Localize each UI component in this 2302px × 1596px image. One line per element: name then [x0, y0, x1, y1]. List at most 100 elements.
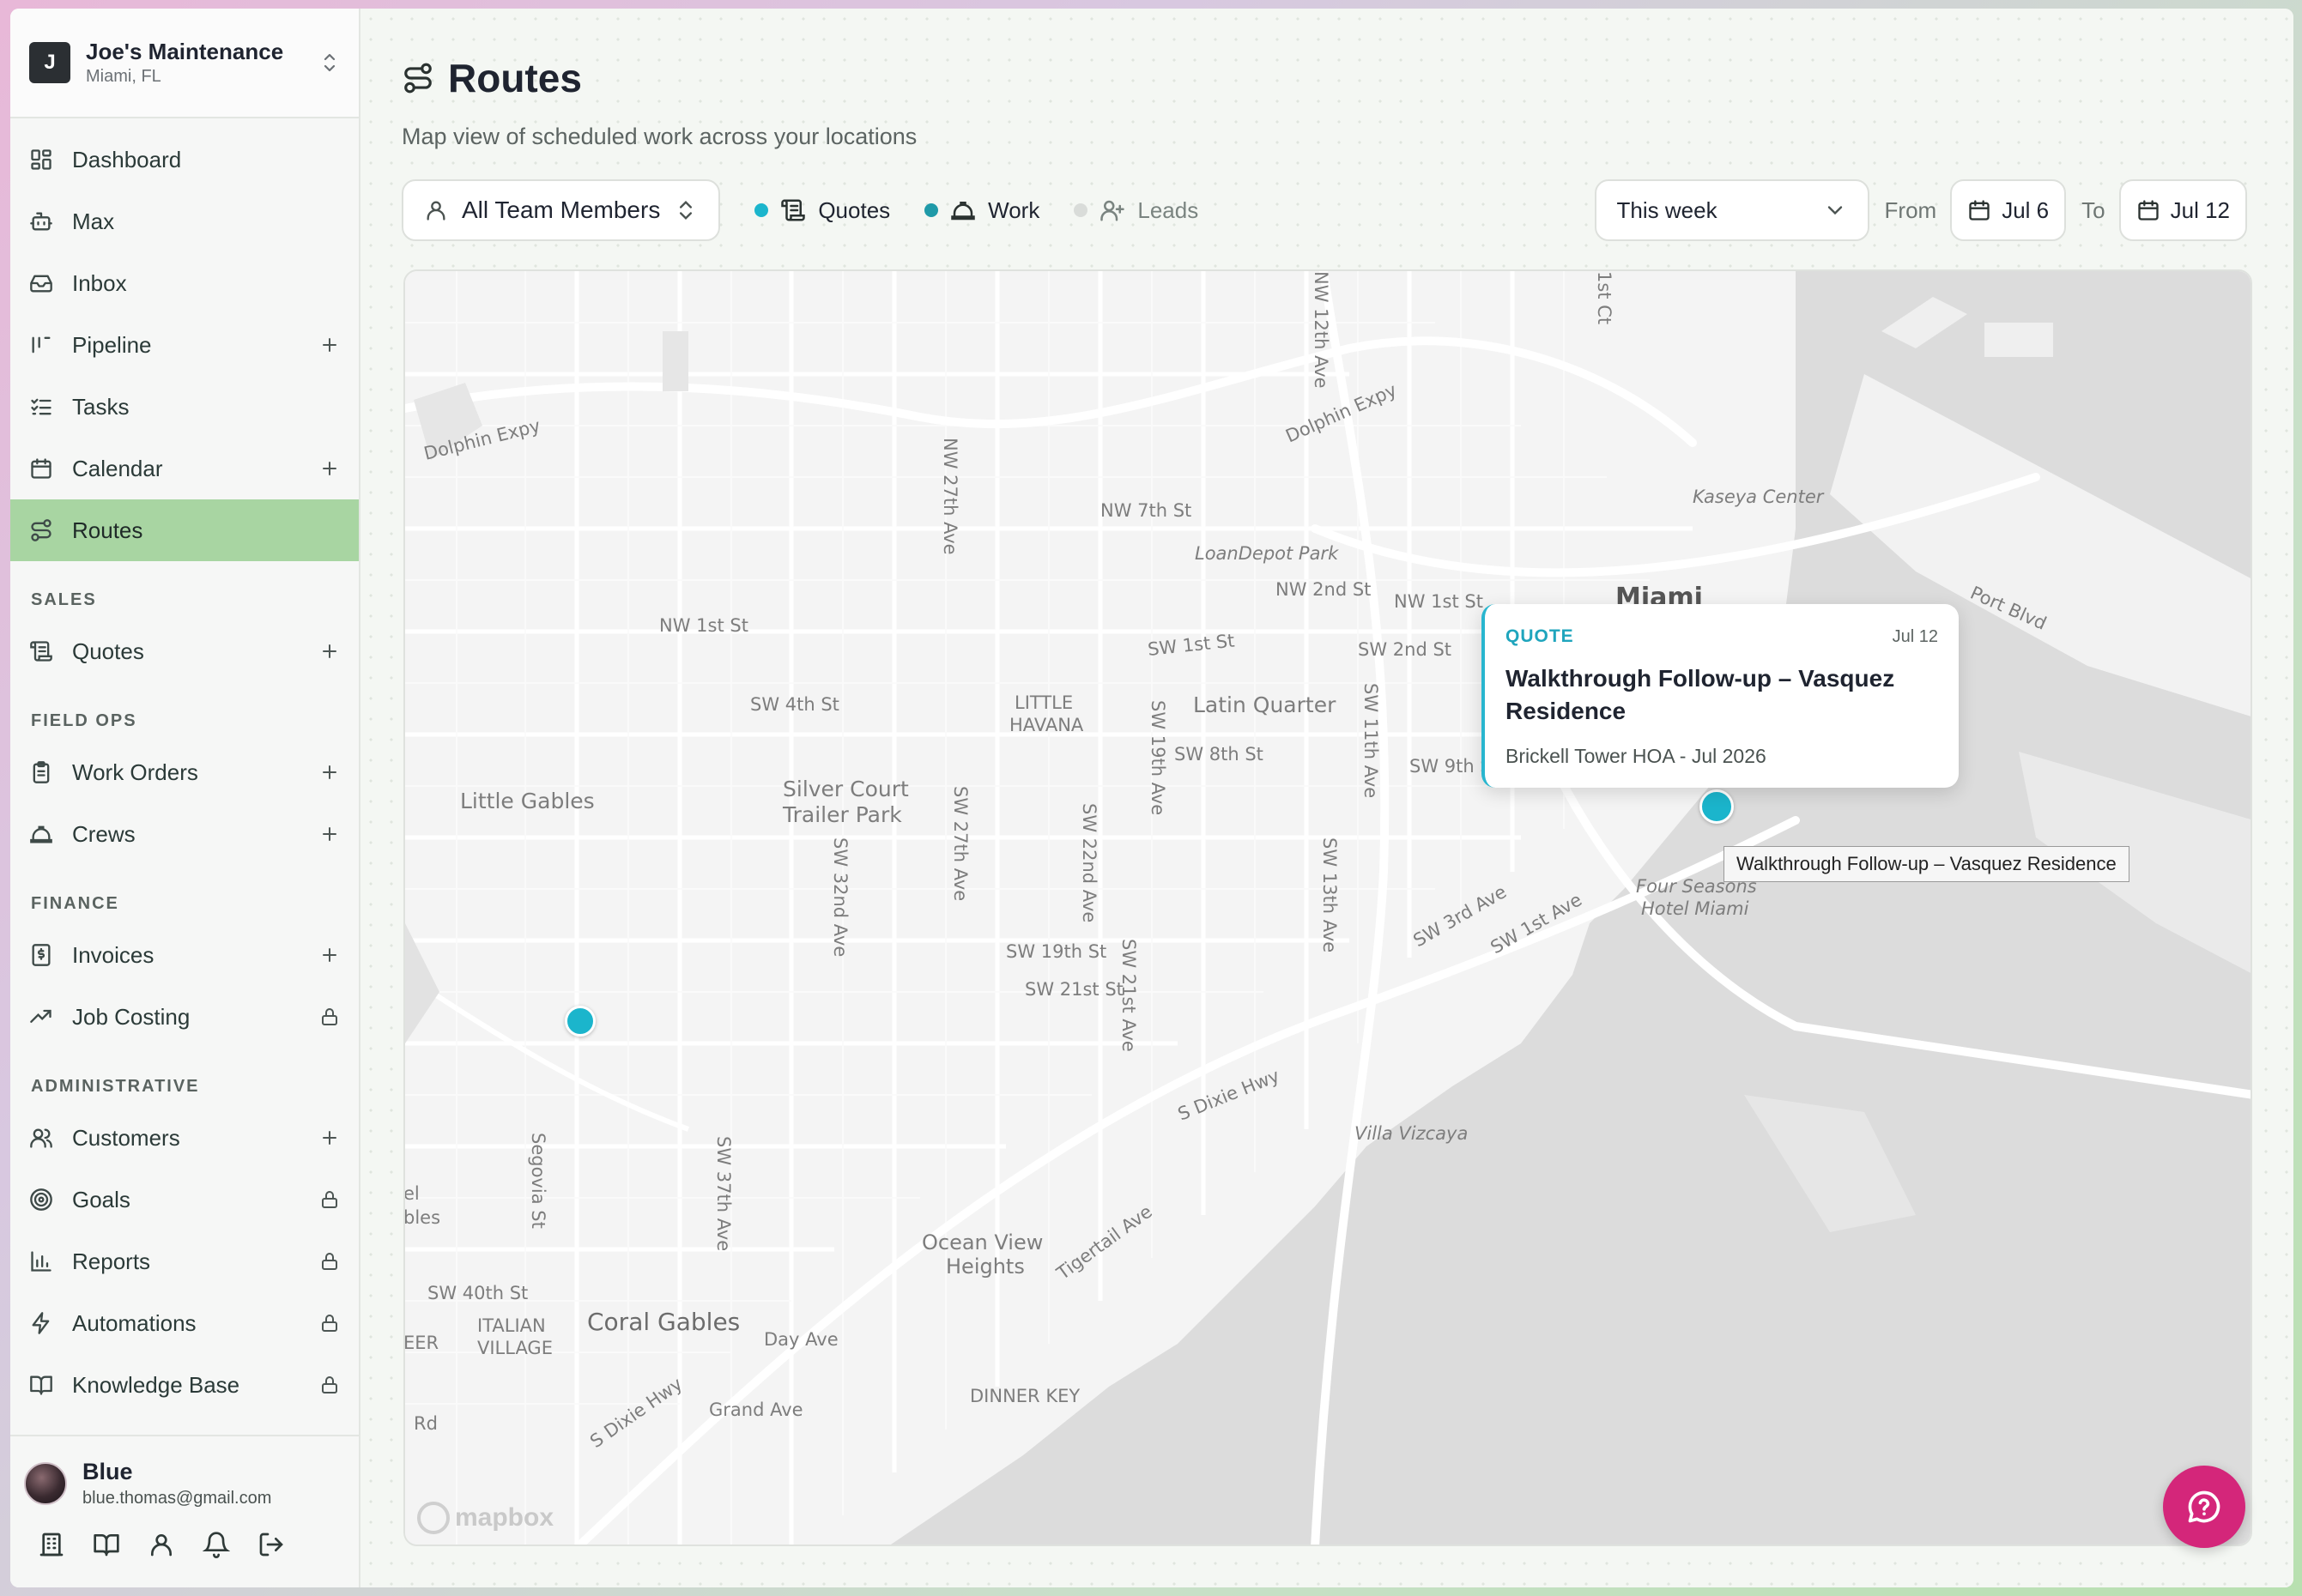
- route-map[interactable]: Dolphin Expy Dolphin Expy NW 12th Ave 1s…: [403, 269, 2252, 1546]
- add-work-order-icon[interactable]: [319, 762, 340, 783]
- nav-pipeline-label: Pipeline: [72, 331, 152, 358]
- nav-automations-label: Automations: [72, 1309, 197, 1336]
- nav-invoices[interactable]: Invoices: [10, 924, 359, 986]
- nav-quotes[interactable]: Quotes: [10, 620, 359, 682]
- nav-goals[interactable]: Goals: [10, 1169, 359, 1230]
- map-label-ocean-2: Heights: [946, 1254, 1025, 1279]
- inbox-icon: [30, 275, 52, 293]
- legend-quotes-label: Quotes: [818, 196, 891, 223]
- org-avatar: J: [29, 42, 70, 83]
- period-select[interactable]: This week: [1594, 179, 1869, 241]
- filter-bar: All Team Members Quotes Work Leads This …: [402, 179, 2293, 241]
- map-label-sw19: SW 19th Ave: [1148, 700, 1168, 815]
- map-label-sw37: SW 37th Ave: [713, 1136, 734, 1251]
- lock-icon: [322, 1253, 337, 1270]
- map-pin-quote[interactable]: [1699, 789, 1734, 824]
- user-name: Blue: [82, 1459, 133, 1484]
- add-invoice-icon[interactable]: [319, 945, 340, 965]
- logout-icon[interactable]: [257, 1531, 285, 1558]
- lock-icon: [322, 1315, 337, 1332]
- section-finance: FINANCE: [31, 894, 119, 913]
- org-name: Joe's Maintenance: [86, 39, 284, 64]
- add-pipeline-icon[interactable]: [319, 335, 340, 355]
- nav-goals-label: Goals: [72, 1186, 130, 1212]
- map-label-sw22: SW 22nd Ave: [1079, 803, 1100, 922]
- book-open-icon: [30, 1375, 52, 1395]
- bot-icon: [30, 212, 52, 231]
- clipboard-icon: [33, 761, 50, 783]
- nav-work-orders-label: Work Orders: [72, 759, 198, 785]
- from-date-button[interactable]: Jul 6: [1950, 179, 2067, 241]
- nav-dashboard-label: Dashboard: [72, 146, 182, 172]
- nav-customers[interactable]: Customers: [10, 1107, 359, 1169]
- add-quote-icon[interactable]: [319, 641, 340, 662]
- nav-inbox[interactable]: Inbox: [10, 252, 359, 314]
- nav-tasks[interactable]: Tasks: [10, 376, 359, 438]
- nav-job-costing[interactable]: Job Costing: [10, 986, 359, 1048]
- nav-crews[interactable]: Crews: [10, 803, 359, 865]
- map-label-ct: 1st Ct: [1594, 271, 1614, 324]
- tasks-icon: [31, 398, 51, 415]
- nav-dashboard[interactable]: Dashboard: [10, 129, 359, 190]
- nav-knowledge-base[interactable]: Knowledge Base: [10, 1354, 359, 1416]
- add-crew-icon[interactable]: [319, 824, 340, 844]
- user-plus-icon: [1100, 200, 1125, 221]
- sidebar: J Joe's Maintenance Miami, FL Dashboard …: [10, 9, 360, 1587]
- target-icon: [30, 1188, 52, 1211]
- user-email: blue.thomas@gmail.com: [82, 1489, 272, 1508]
- map-label-sw2: SW 2nd St: [1358, 639, 1451, 660]
- map-label-kaseya: Kaseya Center: [1693, 487, 1825, 507]
- nav-calendar[interactable]: Calendar: [10, 438, 359, 499]
- to-date-button[interactable]: Jul 12: [2118, 179, 2247, 241]
- building-icon[interactable]: [38, 1531, 65, 1558]
- user-profile[interactable]: Blue blue.thomas@gmail.com: [10, 1436, 359, 1508]
- org-switcher[interactable]: J Joe's Maintenance Miami, FL: [10, 9, 359, 118]
- map-label-bles: bles: [405, 1207, 440, 1228]
- help-chat-icon: [2188, 1490, 2220, 1523]
- map-label-segovia: Segovia St: [528, 1133, 548, 1229]
- map-label-italian-1: ITALIAN: [477, 1315, 546, 1336]
- nav-automations[interactable]: Automations: [10, 1292, 359, 1354]
- team-member-select[interactable]: All Team Members: [402, 179, 721, 241]
- help-button[interactable]: [2163, 1466, 2245, 1548]
- dashboard-icon: [31, 149, 51, 170]
- map-label-coral: Coral Gables: [587, 1308, 740, 1336]
- map-popup-card[interactable]: QUOTE Jul 12 Walkthrough Follow-up – Vas…: [1481, 604, 1959, 788]
- bell-icon[interactable]: [203, 1531, 230, 1558]
- nav-routes[interactable]: Routes: [10, 499, 359, 561]
- map-label-loandepot: LoanDepot Park: [1195, 543, 1339, 564]
- nav-crews-label: Crews: [72, 820, 136, 847]
- users-icon: [30, 1128, 52, 1148]
- route-icon: [31, 519, 51, 541]
- nav-max[interactable]: Max: [10, 190, 359, 252]
- map-label-nw2: NW 2nd St: [1275, 579, 1371, 600]
- nav-work-orders[interactable]: Work Orders: [10, 741, 359, 803]
- user-icon[interactable]: [148, 1531, 175, 1558]
- add-customer-icon[interactable]: [319, 1127, 340, 1148]
- period-select-value: This week: [1616, 196, 1717, 223]
- nav-reports[interactable]: Reports: [10, 1230, 359, 1292]
- calendar-icon: [1969, 200, 1990, 221]
- map-pin-quote[interactable]: [565, 1006, 596, 1037]
- add-calendar-icon[interactable]: [319, 458, 340, 479]
- app-window: J Joe's Maintenance Miami, FL Dashboard …: [10, 9, 2293, 1587]
- legend-quotes-toggle[interactable]: Quotes: [754, 197, 890, 224]
- legend-work-toggle[interactable]: Work: [924, 197, 1039, 224]
- nav-pipeline[interactable]: Pipeline: [10, 314, 359, 376]
- map-label-nw7: NW 7th St: [1100, 500, 1191, 521]
- map-label-sw8: SW 8th St: [1174, 744, 1263, 765]
- map-label-latin: Latin Quarter: [1193, 692, 1336, 717]
- book-open-icon[interactable]: [93, 1531, 120, 1558]
- mapbox-attribution-label: mapbox: [455, 1503, 554, 1532]
- map-label-silver-1: Silver Court: [783, 777, 909, 801]
- map-label-dinner: DINNER KEY: [970, 1386, 1080, 1406]
- pin-tooltip: Walkthrough Follow-up – Vasquez Residenc…: [1723, 846, 2129, 882]
- mapbox-attribution[interactable]: mapbox: [417, 1502, 554, 1534]
- legend-leads-toggle[interactable]: Leads: [1074, 197, 1198, 224]
- legend-dot: [754, 203, 769, 217]
- map-label-ocean-1: Ocean View: [922, 1230, 1043, 1254]
- main-nav: Dashboard Max Inbox Pipeline Tasks Calen…: [10, 118, 359, 1416]
- map-canvas[interactable]: Dolphin Expy Dolphin Expy NW 12th Ave 1s…: [405, 271, 2252, 1546]
- from-date-value: Jul 6: [2002, 196, 2050, 223]
- section-field-ops: FIELD OPS: [31, 711, 137, 730]
